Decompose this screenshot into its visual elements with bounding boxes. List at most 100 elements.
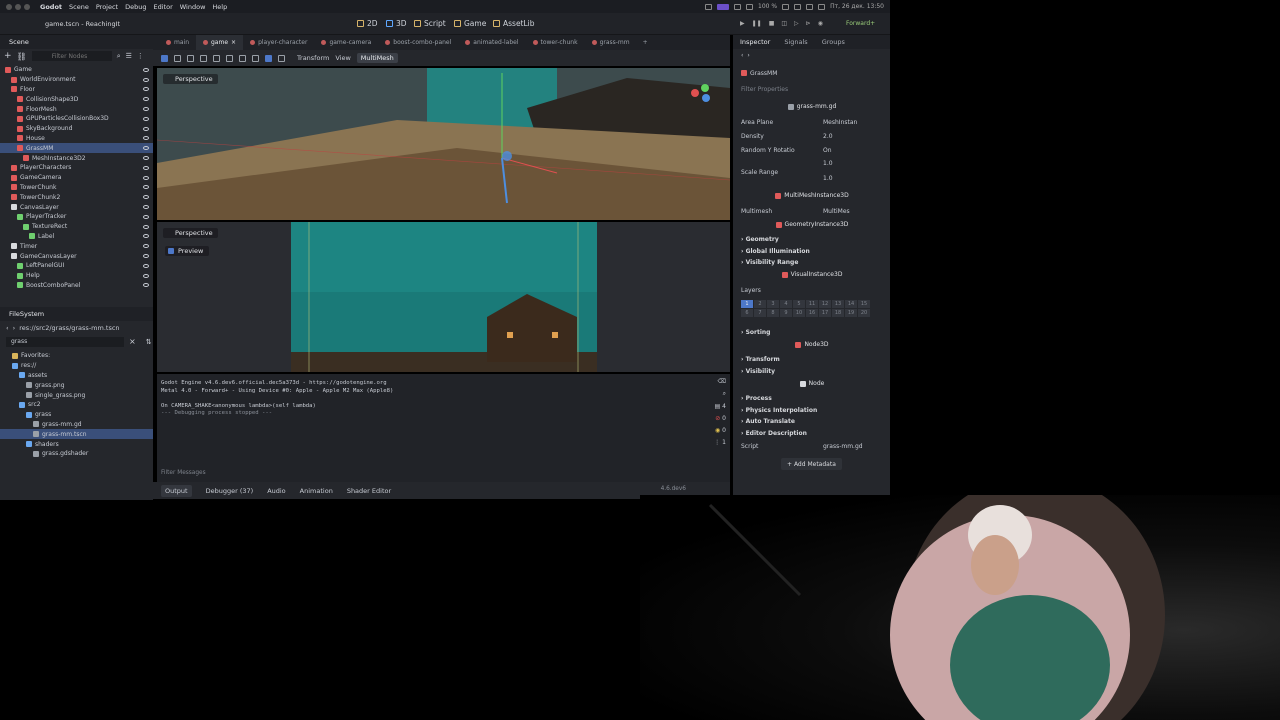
- scale-mode-icon[interactable]: [200, 54, 207, 62]
- scene-node[interactable]: FloorMesh: [0, 104, 153, 114]
- zoom-window-icon[interactable]: [24, 3, 30, 10]
- tab-debugger[interactable]: Debugger (37): [206, 487, 254, 495]
- warning-count[interactable]: ◉ 0: [715, 427, 726, 434]
- scene-tab[interactable]: player-character: [243, 35, 314, 50]
- search-output-icon[interactable]: ⌕: [723, 390, 726, 398]
- layer-cell[interactable]: 6: [741, 309, 753, 317]
- add-metadata-button[interactable]: + Add Metadata: [781, 458, 842, 470]
- visibility-icon[interactable]: [143, 116, 149, 121]
- filesystem-item[interactable]: src2: [0, 400, 153, 410]
- visibility-icon[interactable]: [143, 234, 149, 239]
- scene-node[interactable]: Timer: [0, 241, 153, 251]
- layer-cell[interactable]: 2: [754, 300, 766, 308]
- scale-range-x[interactable]: 1.0: [823, 160, 833, 167]
- scene-node[interactable]: LeftPanelGUI: [0, 261, 153, 271]
- main-screen-script[interactable]: Script: [414, 19, 446, 28]
- transform-menu[interactable]: Transform: [297, 54, 329, 62]
- history-back-icon[interactable]: ‹: [741, 52, 743, 59]
- scene-node[interactable]: MeshInstance3D2: [0, 153, 153, 163]
- main-screen-game[interactable]: Game: [454, 19, 486, 28]
- section-process[interactable]: › Process: [741, 393, 883, 403]
- scene-node[interactable]: Label: [0, 232, 153, 242]
- layer-cell[interactable]: 17: [819, 309, 831, 317]
- close-window-icon[interactable]: [6, 3, 12, 10]
- app-menu[interactable]: Godot: [40, 3, 62, 11]
- scene-tab[interactable]: main: [159, 35, 196, 50]
- preview-checkbox[interactable]: [168, 248, 174, 254]
- script-value[interactable]: grass-mm.gd: [823, 443, 863, 450]
- visibility-icon[interactable]: [143, 136, 149, 141]
- filesystem-item[interactable]: grass: [0, 410, 153, 420]
- scene-node[interactable]: CanvasLayer: [0, 202, 153, 212]
- tab-signals[interactable]: Signals: [784, 38, 807, 46]
- scene-node[interactable]: TowerChunk: [0, 183, 153, 193]
- clear-output-icon[interactable]: ⌫: [718, 378, 726, 385]
- visibility-icon[interactable]: [143, 244, 149, 249]
- scene-node[interactable]: PlayerTracker: [0, 212, 153, 222]
- layer-cell[interactable]: 7: [754, 309, 766, 317]
- scene-tab[interactable]: boost-combo-panel: [378, 35, 458, 50]
- scene-node[interactable]: BoostComboPanel: [0, 281, 153, 291]
- scene-node[interactable]: Floor: [0, 85, 153, 95]
- section-visibility-range[interactable]: › Visibility Range: [741, 257, 883, 267]
- visibility-icon[interactable]: [143, 146, 149, 151]
- viewport-bottom-perspective[interactable]: Perspective: [163, 228, 218, 238]
- bluetooth-icon[interactable]: [746, 3, 753, 10]
- random-y-rotation-checkbox[interactable]: On: [823, 147, 832, 154]
- tab-filesystem[interactable]: FileSystem: [9, 310, 44, 318]
- group-icon[interactable]: [239, 54, 246, 62]
- filesystem-item[interactable]: grass.png: [0, 380, 153, 390]
- section-transform[interactable]: › Transform: [741, 354, 883, 364]
- rotate-mode-icon[interactable]: [187, 54, 194, 62]
- filter-properties-input[interactable]: Filter Properties: [741, 84, 883, 94]
- history-forward-icon[interactable]: ›: [747, 52, 749, 59]
- ruler-icon[interactable]: [213, 54, 220, 62]
- camera-preview-toggle[interactable]: Preview: [165, 246, 210, 256]
- section-global-illumination[interactable]: › Global Illumination: [741, 246, 883, 256]
- layer-cell[interactable]: 5: [793, 300, 805, 308]
- tab-output[interactable]: Output: [161, 484, 192, 497]
- record-icon[interactable]: [705, 3, 712, 10]
- inspector-node-selector[interactable]: GrassMM: [741, 68, 883, 78]
- prop-density[interactable]: Density 2.0: [741, 131, 883, 141]
- prop-area-plane[interactable]: Area Plane MeshInstan: [741, 117, 883, 127]
- scene-tab[interactable]: animated-label: [458, 35, 525, 50]
- filesystem-item[interactable]: shaders: [0, 439, 153, 449]
- visibility-icon[interactable]: [143, 165, 149, 170]
- visibility-icon[interactable]: [143, 156, 149, 161]
- scene-node[interactable]: GPUParticlesCollisionBox3D: [0, 114, 153, 124]
- scene-node[interactable]: SkyBackground: [0, 124, 153, 134]
- play-custom-icon[interactable]: ⊳: [806, 20, 811, 27]
- minimize-window-icon[interactable]: [15, 3, 21, 10]
- visibility-icon[interactable]: [143, 283, 149, 288]
- visibility-icon[interactable]: [143, 87, 149, 92]
- close-tab-icon[interactable]: ×: [231, 39, 236, 46]
- filesystem-item[interactable]: res://: [0, 361, 153, 371]
- add-scene-tab-icon[interactable]: +: [643, 39, 648, 46]
- sort-icon[interactable]: ⇅: [146, 338, 152, 346]
- scene-tab[interactable]: game-camera: [314, 35, 378, 50]
- move-mode-icon[interactable]: [174, 54, 181, 62]
- error-count[interactable]: ⊘ 0: [715, 415, 726, 422]
- local-space-icon[interactable]: [252, 54, 259, 62]
- visibility-icon[interactable]: [143, 185, 149, 190]
- forward-icon[interactable]: ›: [13, 324, 16, 332]
- stop-icon[interactable]: ■: [769, 20, 775, 27]
- section-visibility[interactable]: › Visibility: [741, 366, 883, 376]
- viewport-3d-top[interactable]: Perspective: [157, 68, 730, 220]
- section-sorting[interactable]: › Sorting: [741, 327, 883, 337]
- viewport-top-perspective[interactable]: Perspective: [163, 74, 218, 84]
- editor-message-count[interactable]: ⋮ 1: [714, 439, 726, 446]
- scene-tab[interactable]: grass-mm: [585, 35, 637, 50]
- more-options-icon[interactable]: ⋮: [137, 52, 144, 60]
- scene-node[interactable]: TowerChunk2: [0, 192, 153, 202]
- view-menu[interactable]: View: [335, 54, 350, 62]
- layer-cell[interactable]: 20: [858, 309, 870, 317]
- area-plane-value[interactable]: MeshInstan: [823, 119, 857, 126]
- renderer-select[interactable]: Forward+: [846, 20, 875, 27]
- main-screen-3d[interactable]: 3D: [386, 19, 407, 28]
- scene-node[interactable]: Game: [0, 65, 153, 75]
- menu-scene[interactable]: Scene: [69, 3, 89, 11]
- layer-cell[interactable]: 4: [780, 300, 792, 308]
- visibility-icon[interactable]: [143, 195, 149, 200]
